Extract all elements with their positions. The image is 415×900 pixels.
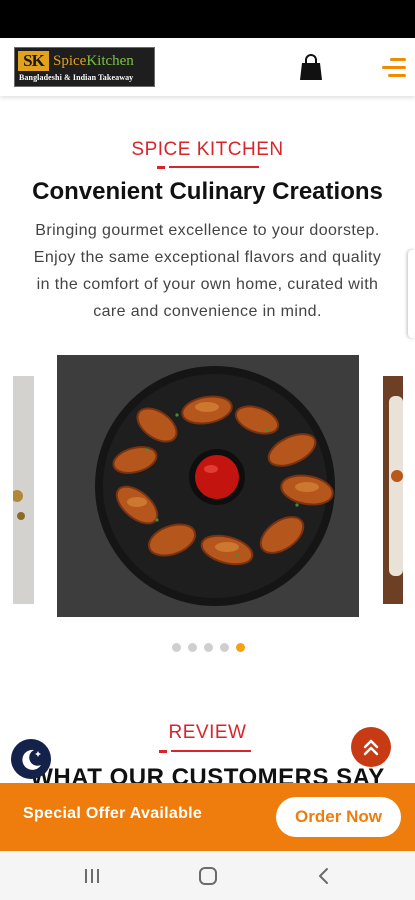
hero-description-line: Bringing gourmet excellence to your door… (35, 222, 380, 239)
special-offer-bar: Special Offer Available Order Now (0, 783, 415, 851)
carousel-dot[interactable] (188, 643, 197, 652)
chicken-wings-image (57, 355, 359, 617)
food-image-partial (11, 376, 34, 604)
logo-tagline: Bangladeshi & Indian Takeaway (19, 73, 134, 82)
scroll-to-top-button[interactable] (351, 727, 391, 767)
recent-apps-icon[interactable] (83, 867, 101, 885)
review-eyebrow-underline (171, 750, 251, 752)
brand-logo[interactable]: SK SpiceKitchen Bangladeshi & Indian Tak… (14, 47, 155, 87)
order-now-button[interactable]: Order Now (276, 797, 401, 837)
home-icon[interactable] (198, 866, 218, 886)
carousel-slide-prev[interactable] (11, 376, 34, 604)
hero-description-line: Enjoy the same exceptional flavors and q… (33, 249, 382, 266)
hero-eyebrow-underline (169, 166, 259, 168)
carousel-dot[interactable] (204, 643, 213, 652)
system-nav-bar (0, 851, 415, 900)
hero-description-line: in the comfort of your own home, curated… (36, 276, 379, 293)
hero-title: Convenient Culinary Creations (32, 178, 383, 205)
special-offer-text: Special Offer Available (23, 805, 203, 822)
back-icon[interactable] (316, 866, 332, 886)
shopping-bag-icon[interactable] (297, 54, 325, 82)
hero-eyebrow: SPICE KITCHEN (131, 139, 284, 160)
scroll-handle[interactable] (408, 250, 415, 338)
carousel-dot[interactable] (172, 643, 181, 652)
logo-mark: SK (18, 51, 49, 71)
carousel-dot[interactable] (220, 643, 229, 652)
hamburger-menu-icon[interactable] (380, 58, 406, 80)
double-chevron-up-icon (363, 739, 379, 756)
hero-eyebrow-underline-dot (157, 166, 165, 169)
carousel-slide-next[interactable] (383, 376, 403, 604)
logo-name: SpiceKitchen (53, 53, 134, 69)
moon-icon (22, 749, 41, 770)
carousel-dot-active[interactable] (236, 643, 245, 652)
hero-description: Bringing gourmet excellence to your door… (8, 217, 407, 325)
hero-description-line: care and convenience in mind. (93, 303, 322, 320)
status-bar (0, 0, 415, 38)
carousel-slide-active[interactable] (57, 355, 359, 617)
theme-toggle-button[interactable] (11, 739, 51, 779)
review-eyebrow-underline-dot (159, 750, 167, 753)
food-image-partial (383, 376, 403, 604)
